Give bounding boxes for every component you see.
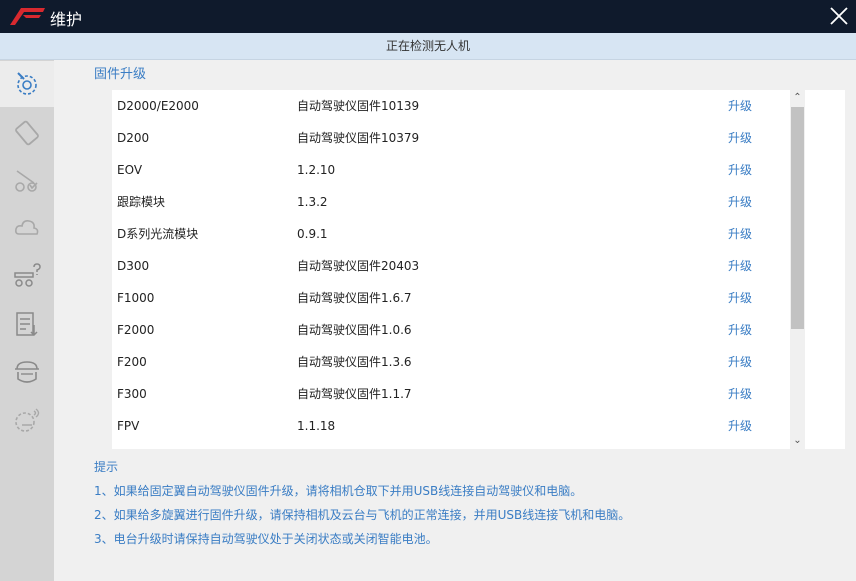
upgrade-button[interactable]: 升级 <box>728 410 752 442</box>
upgrade-button[interactable]: 升级 <box>728 378 752 410</box>
status-bar: 正在检测无人机 <box>0 33 856 60</box>
red-wing-logo <box>10 8 45 25</box>
battery-icon <box>15 120 39 146</box>
upgrade-button[interactable]: 升级 <box>728 314 752 346</box>
chevron-up-icon[interactable]: ⌃ <box>790 90 805 106</box>
firmware-version: 自动驾驶仪固件1.0.6 <box>297 323 412 337</box>
device-name: F300 <box>117 387 147 401</box>
table-row: D2000/E2000 自动驾驶仪固件10139 升级 <box>112 90 845 122</box>
firmware-version: 自动驾驶仪固件20403 <box>297 259 420 273</box>
tip-line: 2、如果给多旋翼进行固件升级，请保持相机及云台与飞机的正常连接，并用USB线连接… <box>94 508 631 522</box>
main-content: 固件升级 D2000/E2000 自动驾驶仪固件10139 升级 D200 自动… <box>54 60 856 581</box>
upgrade-button[interactable]: 升级 <box>728 218 752 250</box>
firmware-table: D2000/E2000 自动驾驶仪固件10139 升级 D200 自动驾驶仪固件… <box>112 90 845 449</box>
settings-wireless-icon <box>15 408 40 432</box>
table-row: D300 自动驾驶仪固件20403 升级 <box>112 250 845 282</box>
close-icon[interactable] <box>828 5 850 27</box>
sidebar-item-payload-pod[interactable] <box>0 349 54 395</box>
section-title: 固件升级 <box>94 67 147 82</box>
vertical-scrollbar[interactable]: ⌃ ⌄ <box>790 90 805 449</box>
firmware-version: 自动驾驶仪固件1.3.6 <box>297 355 412 369</box>
sidebar <box>0 60 54 581</box>
firmware-version: 1.3.2 <box>297 195 328 209</box>
chevron-down-icon[interactable]: ⌄ <box>790 433 805 449</box>
upgrade-button[interactable]: 升级 <box>728 122 752 154</box>
device-name: D300 <box>117 259 150 273</box>
device-name: 跟踪模块 <box>117 195 166 209</box>
title-bar: 维护 <box>0 0 856 33</box>
table-row: D系列光流模块 0.9.1 升级 <box>112 218 845 250</box>
cloud-icon <box>15 220 39 235</box>
upgrade-button[interactable]: 升级 <box>728 90 752 122</box>
device-name: D系列光流模块 <box>117 227 199 241</box>
sidebar-item-log-list[interactable] <box>0 301 54 347</box>
device-name: D2000/E2000 <box>117 99 199 113</box>
sidebar-item-cloud[interactable] <box>0 205 54 251</box>
sidebar-item-battery[interactable] <box>0 109 54 155</box>
device-name: FPV <box>117 419 140 433</box>
window-title: 维护 <box>50 10 83 29</box>
device-name: F200 <box>117 355 147 369</box>
tip-line: 1、如果给固定翼自动驾驶仪固件升级，请将相机仓取下并用USB线连接自动驾驶仪和电… <box>94 484 583 498</box>
firmware-version: 自动驾驶仪固件1.1.7 <box>297 387 412 401</box>
upgrade-button[interactable]: 升级 <box>728 154 752 186</box>
table-row: F200 自动驾驶仪固件1.3.6 升级 <box>112 346 845 378</box>
gear-maintenance-icon <box>17 72 37 95</box>
table-row: F300 自动驾驶仪固件1.1.7 升级 <box>112 378 845 410</box>
upgrade-button[interactable]: 升级 <box>728 250 752 282</box>
table-row: F2000 自动驾驶仪固件1.0.6 升级 <box>112 314 845 346</box>
firmware-version: 0.9.1 <box>297 227 328 241</box>
tips-section: 提示 1、如果给固定翼自动驾驶仪固件升级，请将相机仓取下并用USB线连接自动驾驶… <box>94 455 630 551</box>
table-row: F1000 自动驾驶仪固件1.6.7 升级 <box>112 282 845 314</box>
sidebar-item-drone-check[interactable] <box>0 157 54 203</box>
firmware-version: 自动驾驶仪固件10139 <box>297 99 420 113</box>
firmware-version: 1.1.18 <box>297 419 336 433</box>
table-row: D200 自动驾驶仪固件10379 升级 <box>112 122 845 154</box>
firmware-version: 自动驾驶仪固件1.6.7 <box>297 291 412 305</box>
upgrade-button[interactable]: 升级 <box>728 282 752 314</box>
sidebar-item-maintenance[interactable] <box>0 61 54 107</box>
firmware-version: 1.2.10 <box>297 163 336 177</box>
log-list-icon <box>16 312 38 337</box>
upgrade-button[interactable]: 升级 <box>728 346 752 378</box>
table-row: EOV 1.2.10 升级 <box>112 154 845 186</box>
sidebar-item-settings-wireless[interactable] <box>0 397 54 443</box>
payload-pod-icon <box>15 361 39 383</box>
status-text: 正在检测无人机 <box>385 39 470 53</box>
table-row: FPV 1.1.18 升级 <box>112 410 845 442</box>
tip-line: 3、电台升级时请保持自动驾驶仪处于关闭状态或关闭智能电池。 <box>94 532 438 546</box>
scrollbar-thumb[interactable] <box>791 107 804 329</box>
table-row: 跟踪模块 1.3.2 升级 <box>112 186 845 218</box>
firmware-version: 自动驾驶仪固件10379 <box>297 131 420 145</box>
tips-heading: 提示 <box>94 460 119 474</box>
drone-check-icon <box>15 170 38 192</box>
sidebar-item-gimbal-help[interactable] <box>0 253 54 299</box>
device-name: EOV <box>117 163 143 177</box>
device-name: F2000 <box>117 323 155 337</box>
device-name: D200 <box>117 131 150 145</box>
device-name: F1000 <box>117 291 155 305</box>
gimbal-help-icon <box>14 263 41 287</box>
upgrade-button[interactable]: 升级 <box>728 186 752 218</box>
